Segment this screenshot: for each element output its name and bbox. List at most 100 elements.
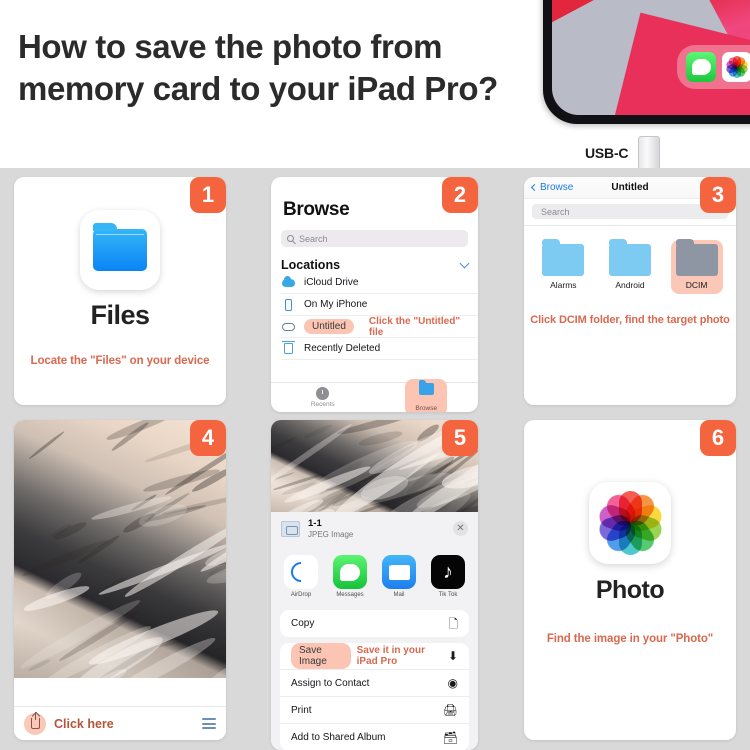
page-header: How to save the photo from memory card t…: [0, 0, 750, 168]
phone-icon: [281, 298, 295, 311]
sidebar-item-untitled[interactable]: Untitled Click the "Untitled" file: [281, 316, 478, 338]
share-target-label: Messages: [336, 592, 364, 599]
step-caption-1: Locate the "Files" on your device: [30, 354, 210, 367]
step-badge-2: 2: [442, 177, 478, 213]
tab-browse[interactable]: Browse: [375, 379, 479, 412]
pinwheel-icon: [596, 490, 664, 556]
share-target-mail[interactable]: Mail: [379, 555, 419, 598]
photos-app-label: Photo: [595, 576, 665, 604]
step-card-5[interactable]: 5 1-1 JPEG Image ✕ AirDrop Messages Mail…: [271, 420, 478, 750]
step-card-3[interactable]: 3 Browse Untitled Search Alarms Android: [524, 177, 736, 405]
action-label: Assign to Contact: [291, 677, 370, 689]
list-item[interactable]: iCloud Drive: [281, 272, 478, 294]
step-card-4[interactable]: 4 Click here: [14, 420, 226, 740]
print-icon: 🖨: [442, 703, 458, 718]
tab-recents[interactable]: Recents: [271, 383, 375, 412]
share-sheet-file-header: 1-1 JPEG Image ✕: [271, 512, 478, 548]
share-target-messages[interactable]: Messages: [330, 555, 370, 598]
step-badge-3: 3: [700, 177, 736, 213]
page-title-line1: How to save the photo from: [18, 28, 443, 65]
search-placeholder: Search: [541, 206, 570, 217]
action-row-save-image[interactable]: Save Image Save it in your iPad Pro ⬇: [280, 643, 469, 671]
locations-label: Locations: [281, 258, 341, 272]
mountain-photo[interactable]: [14, 420, 226, 678]
search-icon: [287, 235, 294, 242]
photos-icon[interactable]: [722, 52, 750, 82]
tab-browse-highlight[interactable]: Browse: [405, 379, 448, 412]
save-image-icon: ⬇: [447, 649, 458, 664]
page-title: How to save the photo from memory card t…: [18, 26, 558, 110]
ipad-screen: [552, 0, 750, 115]
ipad-device-graphic: [543, 0, 750, 124]
share-target-label: Mail: [393, 592, 405, 599]
messages-icon[interactable]: [686, 52, 716, 82]
step-caption-6: Find the image in your "Photo": [546, 633, 714, 645]
mail-icon: [382, 555, 416, 590]
step-caption-3: Click DCIM folder, find the target photo: [530, 314, 730, 326]
action-row-add-to-shared-album[interactable]: Add to Shared Album 🗃: [280, 724, 469, 750]
folder-item-dcim[interactable]: DCIM: [670, 239, 723, 294]
list-item-label: Recently Deleted: [304, 343, 381, 354]
cloud-icon: [281, 275, 295, 287]
files-app-label: Files: [90, 299, 150, 330]
step-inline-note-4: Click here: [54, 716, 114, 731]
list-item-label: On My iPhone: [304, 299, 368, 310]
step-badge-5: 5: [442, 420, 478, 456]
list-item-label: iCloud Drive: [304, 277, 359, 288]
folder-label: Android: [615, 280, 645, 290]
search-input[interactable]: Search: [532, 204, 728, 219]
folder-icon: [608, 239, 651, 276]
folder-item-android[interactable]: Android: [604, 239, 656, 294]
file-thumbnail-icon: [281, 520, 300, 537]
trash-icon: [281, 341, 295, 354]
folder-label: Alarms: [550, 280, 577, 290]
page-title-line2: memory card to your iPad Pro?: [18, 70, 498, 108]
share-targets-row[interactable]: AirDrop Messages Mail ♪ Tik Tok W: [271, 547, 478, 605]
action-row-copy[interactable]: Copy 🗋: [280, 610, 469, 637]
untitled-highlight-pill[interactable]: Untitled: [304, 319, 354, 334]
step-card-2[interactable]: 2 Browse Search Locations iCloud Drive O…: [271, 177, 478, 412]
share-target-label: AirDrop: [290, 592, 312, 599]
usbc-connector: USB-C: [585, 136, 661, 168]
list-item[interactable]: Recently Deleted: [281, 338, 478, 360]
action-group-main[interactable]: Save Image Save it in your iPad Pro ⬇ As…: [280, 643, 469, 750]
action-label: Copy: [291, 618, 315, 630]
save-image-highlight-pill[interactable]: Save Image: [291, 643, 351, 670]
locations-section-header[interactable]: Locations: [281, 258, 470, 272]
copy-icon: 🗋: [448, 616, 458, 631]
step-card-6[interactable]: 6 Photo Find the image in your "Photo": [524, 420, 736, 740]
shared-album-icon: 🗃: [442, 730, 458, 745]
step-card-1[interactable]: 1 Files Locate the "Files" on your devic…: [14, 177, 226, 405]
file-name: 1-1: [308, 518, 322, 529]
photo-toolbar[interactable]: Click here: [14, 706, 226, 740]
step-badge-6: 6: [700, 420, 736, 456]
share-icon[interactable]: [24, 712, 46, 735]
share-target-whatsapp[interactable]: W: [477, 555, 478, 598]
action-row-print[interactable]: Print 🖨: [280, 697, 469, 725]
folder-item-alarms[interactable]: Alarms: [537, 239, 589, 294]
photos-app-icon[interactable]: [589, 482, 671, 564]
folder-icon: [418, 380, 434, 395]
clock-icon: [316, 387, 330, 400]
tab-bar[interactable]: Recents Browse: [271, 379, 479, 412]
drive-icon: [281, 322, 295, 331]
tab-browse-label: Browse: [415, 405, 438, 412]
usbc-plug-icon: [638, 136, 661, 168]
share-target-label: Tik Tok: [438, 592, 458, 599]
share-target-airdrop[interactable]: AirDrop: [281, 555, 321, 598]
step-badge-4: 4: [190, 420, 226, 456]
folder-icon: [675, 239, 718, 276]
list-item[interactable]: On My iPhone: [281, 294, 478, 316]
airdrop-icon: [284, 555, 318, 590]
list-view-icon[interactable]: [202, 718, 216, 729]
close-icon[interactable]: ✕: [453, 521, 468, 537]
search-input[interactable]: Search: [281, 230, 468, 247]
chevron-down-icon[interactable]: [459, 258, 470, 269]
action-row-assign-to-contact[interactable]: Assign to Contact ◉: [280, 670, 469, 698]
share-target-tiktok[interactable]: ♪ Tik Tok: [428, 555, 468, 598]
usbc-label: USB-C: [585, 145, 629, 161]
files-app-icon[interactable]: [80, 209, 160, 290]
tiktok-icon: ♪: [431, 555, 465, 590]
action-group-copy[interactable]: Copy 🗋: [280, 610, 469, 638]
search-placeholder: Search: [299, 233, 328, 244]
